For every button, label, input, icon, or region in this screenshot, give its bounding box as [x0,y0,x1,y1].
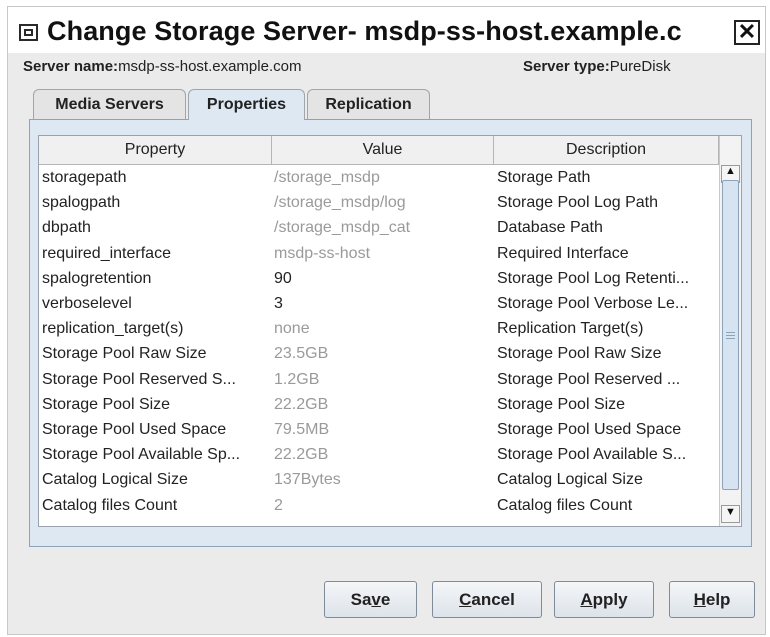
cell-description: Storage Pool Available S... [497,446,687,464]
cell-property: Storage Pool Available Sp... [42,446,241,464]
server-type-label: Server type: [523,58,610,75]
cell-description: Storage Pool Log Path [497,194,659,212]
cell-description: Storage Pool Log Retenti... [497,269,690,287]
table-row[interactable]: spalogpath/storage_msdp/log Storage Pool … [39,190,719,215]
column-header-property[interactable]: Property [39,136,272,164]
scroll-thumb[interactable] [722,180,739,490]
cell-description: Storage Pool Reserved ... [497,370,681,388]
cell-property: spalogretention [42,269,152,287]
tab-media-servers[interactable]: Media Servers [33,89,186,119]
cell-description: Required Interface [497,244,629,262]
cell-value[interactable]: 3 [272,291,494,316]
table-row[interactable]: replication_target(s) none Replication Tar… [39,316,719,341]
title-bar[interactable]: Change Storage Server- msdp-ss-host.exam… [8,7,765,53]
cell-description: Storage Pool Raw Size [497,345,662,363]
table-row[interactable]: dbpath/storage_msdp_cat Database Path [39,215,719,240]
help-button[interactable]: Help [669,581,755,618]
cell-value: 22.2GB [274,446,329,464]
table-row[interactable]: Catalog files Count 2 Catalog files Count [39,493,719,518]
cell-value: 1.2GB [274,370,320,388]
server-type-info: Server type:PureDisk [523,58,671,75]
cell-description: Storage Pool Used Space [497,421,682,438]
cell-property: verboselevel [42,295,132,312]
column-header-description[interactable]: Description [494,136,719,164]
cell-value: /storage_msdp/log [274,194,406,212]
table-row[interactable]: Storage Pool Size 22.2GB Storage Pool Size [39,392,719,417]
vertical-scrollbar[interactable]: ▲ ▼ [719,136,741,526]
cell-property: Storage Pool Reserved S... [42,370,236,388]
cell-value: 2 [274,496,283,514]
window-title: Change Storage Server- msdp-ss-host.exam… [47,16,682,46]
cell-property: Catalog files Count [42,496,178,514]
cell-value: 23.5GB [274,345,329,363]
server-name-value: msdp-ss-host.example.com [118,58,302,75]
scroll-grip-line [726,335,735,336]
server-type-value: PureDisk [609,58,671,75]
cell-value: 137Bytes [274,471,341,489]
cell-property: dbpath [42,219,91,237]
table-row[interactable]: Storage Pool Raw Size 23.5GB Storage Pool … [39,341,719,366]
table-header: Property Value Description [39,136,719,165]
table-row[interactable]: spalogretention 90 Storage Pool Log Retent… [39,266,719,291]
tab-replication[interactable]: Replication [307,89,430,119]
cell-value: 79.5MB [274,421,330,438]
cell-property: spalogpath [42,194,121,212]
scroll-up-icon: ▲ [725,165,736,177]
scroll-down-button[interactable]: ▼ [721,505,740,523]
cell-property: Storage Pool Used Space [42,421,227,438]
close-button[interactable]: ✕ [734,20,760,45]
cell-value: 22.2GB [274,395,329,413]
window-icon [19,24,38,41]
column-header-value[interactable]: Value [272,136,494,164]
cell-value: /storage_msdp_cat [274,219,411,237]
cell-property: Catalog Logical Size [42,471,188,489]
cell-value[interactable]: 90 [272,266,494,291]
cell-description: Catalog Logical Size [497,471,643,489]
cell-description: Replication Target(s) [497,320,644,338]
server-name-info: Server name:msdp-ss-host.example.com [23,58,301,75]
cancel-button[interactable]: Cancel [432,581,542,618]
scroll-grip-line [726,332,735,333]
cell-property: Storage Pool Raw Size [42,345,207,363]
table-row[interactable]: Catalog Logical Size 137Bytes Catalog Logi… [39,467,719,492]
cell-description: Storage Path [497,169,591,186]
cell-property: storagepath [42,169,127,186]
apply-button[interactable]: Apply [554,581,654,618]
cell-value: /storage_msdp [274,169,380,186]
table-row[interactable]: storagepath/storage_msdp Storage Path [39,165,719,190]
server-name-label: Server name: [23,58,119,75]
close-icon: ✕ [737,19,757,44]
table-row[interactable]: verboselevel 3 Storage Pool Verbose Le... [39,291,719,316]
table-row[interactable]: required_interface msdp-ss-host Required I… [39,241,719,266]
save-button[interactable]: Save [324,581,417,618]
cell-value: none [274,320,310,338]
scroll-down-icon: ▼ [725,506,736,518]
cell-value: msdp-ss-host [274,244,371,262]
cell-description: Catalog files Count [497,496,633,514]
properties-table: Property Value Description storagepath/s… [38,135,742,527]
cell-description: Storage Pool Size [497,395,626,413]
scroll-grip-line [726,338,735,339]
cell-description: Database Path [497,219,603,237]
table-row[interactable]: Storage Pool Used Space 79.5MB Storage Poo… [39,417,719,442]
tab-properties[interactable]: Properties [188,89,305,120]
cell-property: Storage Pool Size [42,395,171,413]
cell-property: required_interface [42,244,171,262]
table-row[interactable]: Storage Pool Reserved S... 1.2GB Storage P… [39,367,719,392]
cell-description: Storage Pool Verbose Le... [497,295,689,312]
cell-property: replication_target(s) [42,320,184,338]
table-row[interactable]: Storage Pool Available Sp... 22.2GB Storag… [39,442,719,467]
